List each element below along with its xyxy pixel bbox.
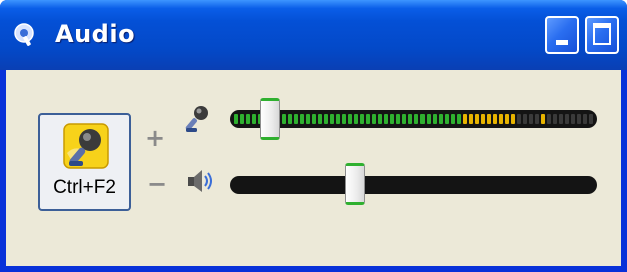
- meter-segment: [552, 114, 557, 124]
- push-to-talk-button[interactable]: Ctrl+F2: [38, 113, 131, 211]
- meter-segment: [582, 114, 587, 124]
- title-bar[interactable]: Audio: [0, 0, 627, 70]
- meter-segment: [546, 114, 551, 124]
- meter-segment: [558, 114, 563, 124]
- meter-segment: [402, 114, 407, 124]
- meter-segment: [576, 114, 581, 124]
- meter-segment: [294, 114, 299, 124]
- meter-segment: [318, 114, 323, 124]
- meter-segment: [348, 114, 353, 124]
- meter-segment: [474, 114, 479, 124]
- meter-segment: [462, 114, 467, 124]
- speaker-level-meter: [234, 180, 593, 190]
- meter-segment: [384, 114, 389, 124]
- meter-segment: [342, 114, 347, 124]
- meter-segment: [288, 114, 293, 124]
- mic-level-meter: [234, 114, 593, 124]
- meter-segment: [570, 114, 575, 124]
- meter-segment: [450, 114, 455, 124]
- audio-panel: Ctrl+F2 + −: [6, 70, 621, 266]
- meter-segment: [306, 114, 311, 124]
- meter-segment: [588, 114, 593, 124]
- meter-segment: [414, 114, 419, 124]
- meter-segment: [396, 114, 401, 124]
- settings-pin-icon: [14, 23, 34, 46]
- meter-segment: [504, 114, 509, 124]
- hotkey-label: Ctrl+F2: [53, 177, 116, 198]
- meter-segment: [528, 114, 533, 124]
- meter-segment: [354, 114, 359, 124]
- meter-segment: [534, 114, 539, 124]
- meter-segment: [438, 114, 443, 124]
- meter-segment: [252, 114, 257, 124]
- meter-segment: [432, 114, 437, 124]
- speaker-level-track[interactable]: [230, 176, 597, 194]
- meter-segment: [480, 114, 485, 124]
- meter-segment: [522, 114, 527, 124]
- meter-segment: [240, 114, 245, 124]
- meter-segment: [444, 114, 449, 124]
- meter-segment: [360, 114, 365, 124]
- speaker-icon: [188, 170, 212, 192]
- meter-segment: [456, 114, 461, 124]
- meter-segment: [336, 114, 341, 124]
- meter-segment: [498, 114, 503, 124]
- mic-level-track[interactable]: [230, 110, 597, 128]
- meter-segment: [366, 114, 371, 124]
- mic-level-increase-symbol: +: [145, 124, 166, 152]
- meter-segment: [486, 114, 491, 124]
- meter-segment: [492, 114, 497, 124]
- meter-segment: [420, 114, 425, 124]
- microphone-icon: [63, 123, 109, 169]
- meter-segment: [312, 114, 317, 124]
- meter-segment: [234, 114, 239, 124]
- microphone-small-icon: [185, 106, 208, 132]
- meter-segment: [468, 114, 473, 124]
- meter-segment: [378, 114, 383, 124]
- minimize-button[interactable]: [545, 16, 579, 54]
- minimize-icon: [556, 40, 568, 45]
- meter-segment: [246, 114, 251, 124]
- mic-level-slider-thumb[interactable]: [260, 98, 281, 140]
- meter-segment: [516, 114, 521, 124]
- meter-segment: [282, 114, 287, 124]
- meter-segment: [408, 114, 413, 124]
- window-title: Audio: [55, 20, 136, 48]
- meter-segment: [372, 114, 377, 124]
- meter-segment: [324, 114, 329, 124]
- meter-segment: [390, 114, 395, 124]
- maximize-button[interactable]: [585, 16, 619, 54]
- speaker-level-decrease-symbol: −: [147, 170, 168, 198]
- meter-segment: [510, 114, 515, 124]
- meter-segment: [300, 114, 305, 124]
- meter-segment: [564, 114, 569, 124]
- audio-window: Audio Ctrl+F2 + −: [0, 0, 627, 272]
- speaker-level-slider-thumb[interactable]: [344, 163, 365, 205]
- maximize-icon: [593, 23, 611, 45]
- meter-segment: [330, 114, 335, 124]
- meter-segment: [426, 114, 431, 124]
- meter-segment: [540, 114, 545, 124]
